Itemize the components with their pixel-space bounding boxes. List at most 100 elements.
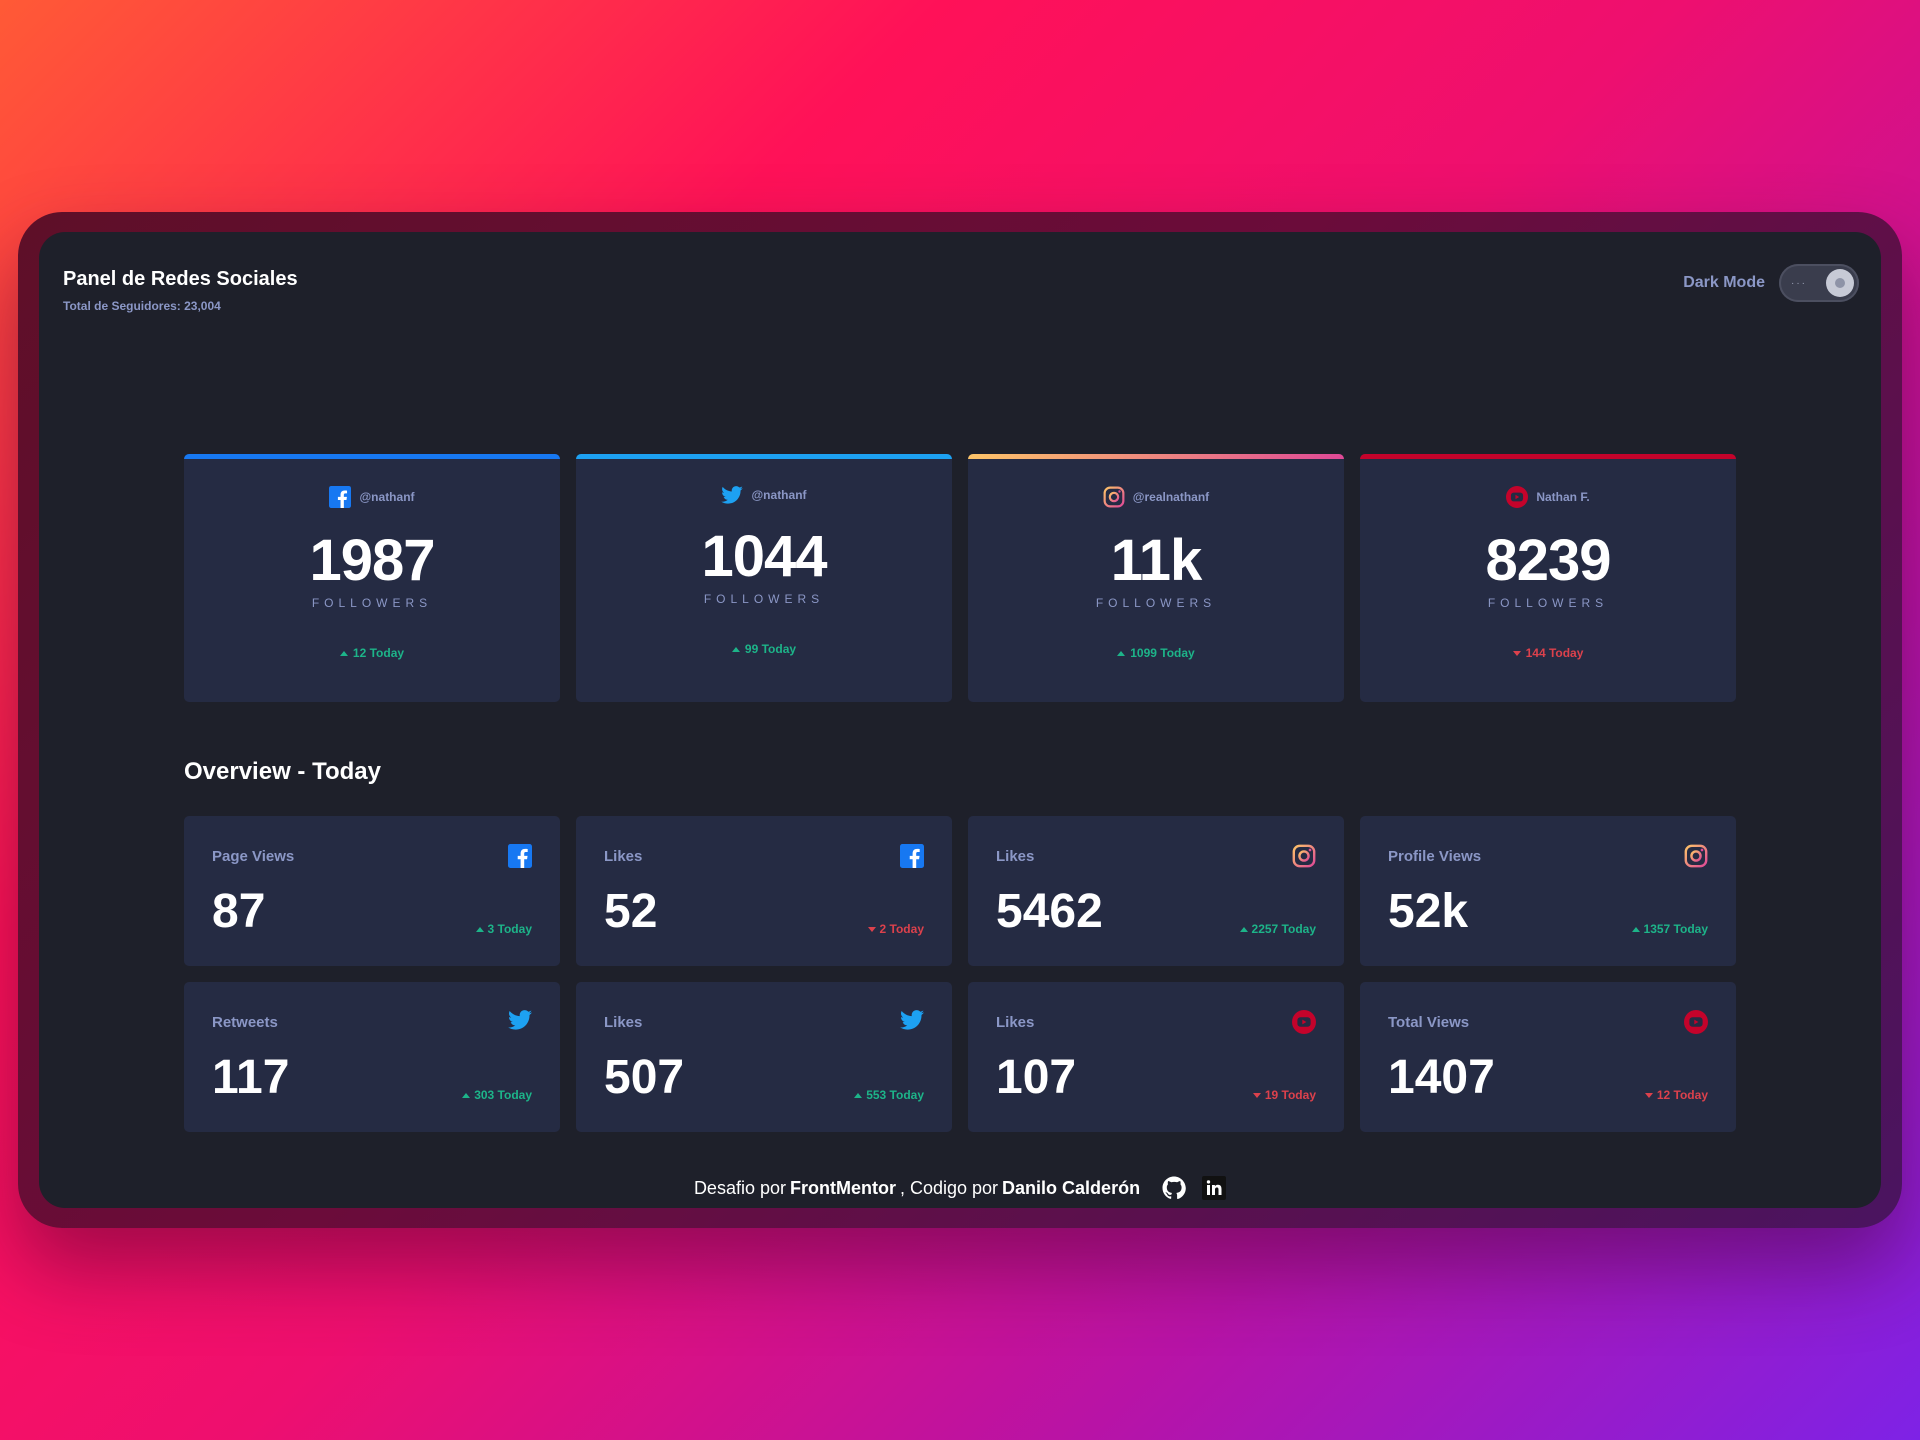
metric-change-text: 303 Today xyxy=(474,1088,532,1102)
overview-grid: Page Views 87 3 Today Likes 52 2 Today L… xyxy=(184,816,1736,1132)
linkedin-icon[interactable] xyxy=(1202,1176,1227,1200)
overview-title: Overview - Today xyxy=(184,758,381,785)
facebook-icon xyxy=(329,486,352,508)
overview-card[interactable]: Profile Views 52k 1357 Today xyxy=(1360,816,1736,966)
instagram-icon xyxy=(1292,844,1316,868)
card-top-bar xyxy=(184,454,560,459)
metric-value: 507 xyxy=(604,1051,685,1104)
overview-card[interactable]: Likes 5462 2257 Today xyxy=(968,816,1344,966)
total-followers: Total de Seguidores: 23,004 xyxy=(63,299,221,313)
card-top-bar xyxy=(576,454,952,459)
instagram-icon xyxy=(1684,844,1708,868)
up-arrow-icon xyxy=(475,926,484,932)
follower-count: 1987 xyxy=(309,528,435,593)
metric-value: 5462 xyxy=(996,885,1103,938)
follower-count: 11k xyxy=(1110,528,1203,593)
card-instagram[interactable]: @realnathanf 11k FOLLOWERS 1099 Today xyxy=(968,454,1344,702)
card-top-bar xyxy=(968,454,1344,459)
toggle-knob[interactable] xyxy=(1826,269,1854,297)
metric-change-text: 19 Today xyxy=(1264,1088,1316,1102)
metric-value: 117 xyxy=(212,1051,290,1104)
youtube-icon xyxy=(1506,486,1529,508)
page-header: Panel de Redes Sociales Total de Seguido… xyxy=(63,268,298,313)
twitter-icon xyxy=(900,1010,924,1030)
today-change: 12 Today xyxy=(184,646,560,660)
metric-change: 553 Today xyxy=(854,1088,924,1102)
metric-change: 12 Today xyxy=(1644,1088,1708,1102)
overview-card[interactable]: Likes 107 19 Today xyxy=(968,982,1344,1132)
twitter-icon xyxy=(721,486,744,504)
metric-change: 303 Today xyxy=(462,1088,532,1102)
card-handle-row: @nathanf xyxy=(184,486,560,508)
metric-value: 87 xyxy=(212,885,266,938)
twitter-icon xyxy=(508,1010,532,1030)
dark-mode-control: Dark Mode ··· xyxy=(1683,264,1859,302)
today-change-text: 12 Today xyxy=(352,646,405,660)
today-change: 1099 Today xyxy=(968,646,1344,660)
today-change: 144 Today xyxy=(1360,646,1736,660)
up-arrow-icon xyxy=(1631,926,1640,932)
down-arrow-icon xyxy=(1644,1092,1653,1098)
card-handle: @nathanf xyxy=(359,490,415,504)
metric-change-text: 3 Today xyxy=(487,922,532,936)
card-handle: @nathanf xyxy=(751,488,807,502)
metric-value: 52 xyxy=(604,885,658,938)
today-change-text: 99 Today xyxy=(744,642,797,656)
page-title: Panel de Redes Sociales xyxy=(63,268,298,290)
metric-label: Page Views xyxy=(212,848,295,865)
footer-author-link[interactable]: Danilo Calderón xyxy=(1002,1178,1140,1199)
metric-label: Profile Views xyxy=(1388,848,1482,865)
followers-label: FOLLOWERS xyxy=(1095,596,1217,610)
metric-value: 52k xyxy=(1388,885,1469,938)
metric-label: Total Views xyxy=(1388,1014,1470,1031)
toggle-track-dots: ··· xyxy=(1791,278,1807,289)
footer-prefix: Desafio por xyxy=(693,1177,786,1198)
down-arrow-icon xyxy=(1512,650,1521,656)
up-arrow-icon xyxy=(854,1092,863,1098)
metric-value: 1407 xyxy=(1388,1051,1495,1104)
card-handle: Nathan F. xyxy=(1536,490,1590,504)
overview-card[interactable]: Page Views 87 3 Today xyxy=(184,816,560,966)
up-arrow-icon xyxy=(462,1092,471,1098)
page-footer: Desafio por FrontMentor, Codigo por Dani… xyxy=(39,1176,1881,1200)
metric-change-text: 553 Today xyxy=(866,1088,924,1102)
card-handle: @realnathanf xyxy=(1132,490,1210,504)
metric-label: Retweets xyxy=(212,1014,278,1031)
up-arrow-icon xyxy=(1239,926,1248,932)
overview-card[interactable]: Likes 52 2 Today xyxy=(576,816,952,966)
followers-label: FOLLOWERS xyxy=(1487,596,1609,610)
metric-change: 3 Today xyxy=(475,922,532,936)
metric-label: Likes xyxy=(996,848,1035,865)
today-change-text: 1099 Today xyxy=(1130,646,1195,660)
up-arrow-icon xyxy=(1117,650,1126,656)
card-facebook[interactable]: @nathanf 1987 FOLLOWERS 12 Today xyxy=(184,454,560,702)
youtube-icon xyxy=(1684,1010,1708,1034)
github-icon[interactable] xyxy=(1162,1176,1186,1200)
followers-label: FOLLOWERS xyxy=(311,596,433,610)
metric-change: 1357 Today xyxy=(1631,922,1708,936)
overview-card[interactable]: Retweets 117 303 Today xyxy=(184,982,560,1132)
footer-brand-link[interactable]: FrontMentor xyxy=(790,1178,896,1199)
follower-cards: @nathanf 1987 FOLLOWERS 12 Today @nathan… xyxy=(184,454,1736,702)
metric-change-text: 2 Today xyxy=(879,922,924,936)
metric-change-text: 2257 Today xyxy=(1251,922,1316,936)
facebook-icon xyxy=(900,844,924,868)
overview-card[interactable]: Total Views 1407 12 Today xyxy=(1360,982,1736,1132)
metric-label: Likes xyxy=(604,1014,643,1031)
down-arrow-icon xyxy=(1252,1092,1261,1098)
card-twitter[interactable]: @nathanf 1044 FOLLOWERS 99 Today xyxy=(576,454,952,702)
card-handle-row: @realnathanf xyxy=(968,486,1344,508)
up-arrow-icon xyxy=(731,646,740,652)
youtube-icon xyxy=(1292,1010,1316,1034)
today-change: 99 Today xyxy=(576,642,952,656)
overview-card[interactable]: Likes 507 553 Today xyxy=(576,982,952,1132)
metric-value: 107 xyxy=(996,1051,1077,1104)
dashboard-screen: Panel de Redes Sociales Total de Seguido… xyxy=(39,232,1881,1208)
instagram-icon xyxy=(1103,486,1125,508)
metric-change: 19 Today xyxy=(1252,1088,1316,1102)
card-youtube[interactable]: Nathan F. 8239 FOLLOWERS 144 Today xyxy=(1360,454,1736,702)
dark-mode-toggle[interactable]: ··· xyxy=(1779,264,1859,302)
up-arrow-icon xyxy=(339,650,348,656)
metric-change-text: 1357 Today xyxy=(1643,922,1708,936)
card-handle-row: Nathan F. xyxy=(1360,486,1736,508)
